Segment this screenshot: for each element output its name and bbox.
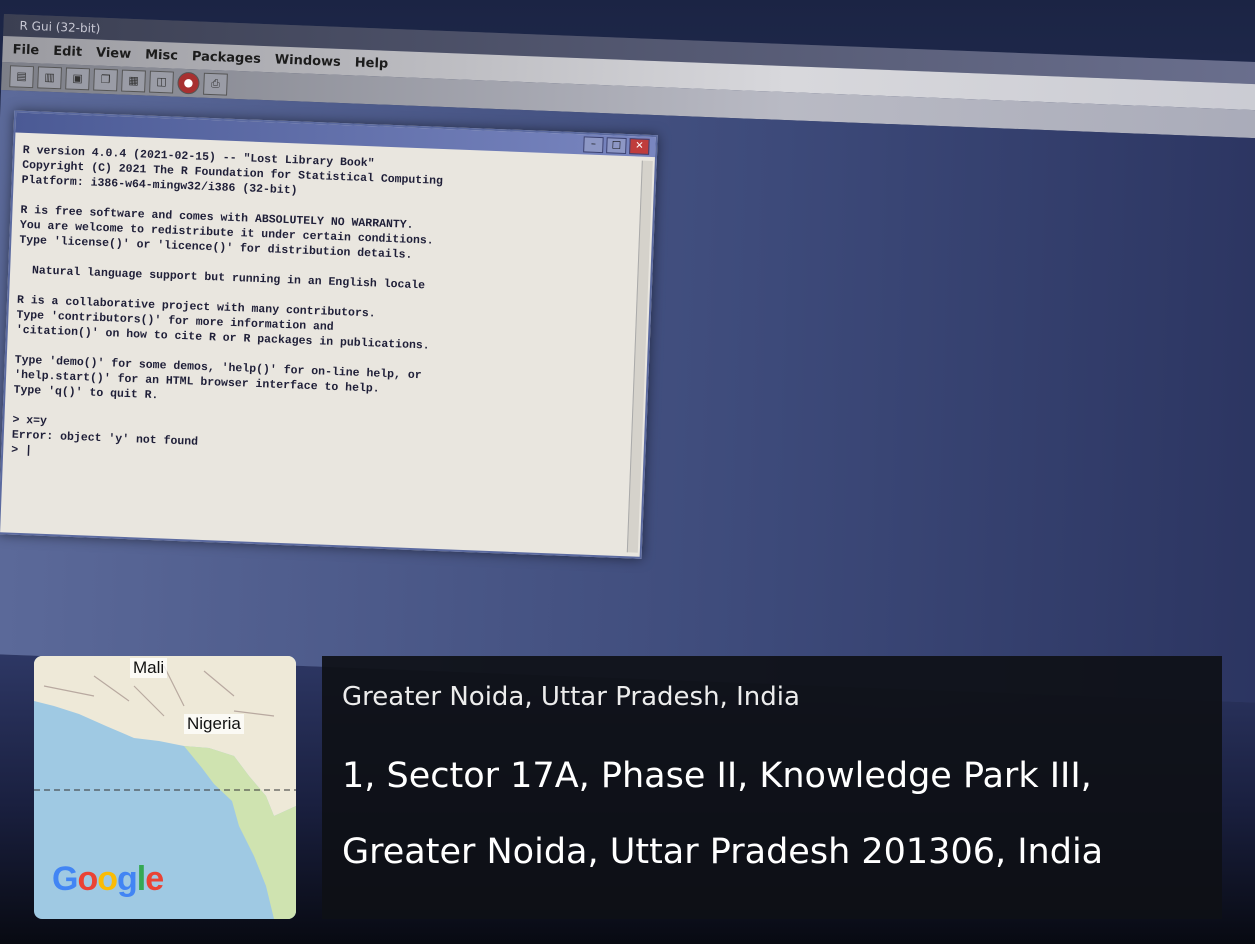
stop-icon[interactable]: ● [177,71,200,95]
address-line-2: Greater Noida, Uttar Pradesh 201306, Ind… [342,832,1104,872]
minimize-icon[interactable]: – [583,136,604,154]
r-console-window[interactable]: – □ ✕ R version 4.0.4 (2021-02-15) -- "L… [0,110,658,559]
menu-view[interactable]: View [96,45,132,61]
open-script-icon[interactable]: ▤ [9,65,35,89]
address-line-1: 1, Sector 17A, Phase II, Knowledge Park … [342,756,1092,796]
copy-paste-icon[interactable]: ◫ [149,70,174,94]
geotag-overlay: Mali Nigeria Google Greater Noida, Uttar… [0,650,1255,944]
close-icon[interactable]: ✕ [629,138,650,155]
menu-help[interactable]: Help [355,55,389,71]
maximize-icon[interactable]: □ [606,137,627,154]
menu-misc[interactable]: Misc [145,47,178,63]
save-icon[interactable]: ▣ [65,67,90,91]
location-info-panel: Greater Noida, Uttar Pradesh, India 1, S… [322,656,1222,919]
copy-icon[interactable]: ❐ [93,68,118,92]
mdi-workspace: – □ ✕ R version 4.0.4 (2021-02-15) -- "L… [0,89,1255,704]
rgui-window: R Gui (32-bit) File Edit View Misc Packa… [0,14,1255,704]
place-name: Greater Noida, Uttar Pradesh, India [342,682,800,712]
map-thumbnail[interactable]: Mali Nigeria Google [34,656,296,919]
menu-packages[interactable]: Packages [192,49,261,67]
menu-windows[interactable]: Windows [275,52,342,70]
load-workspace-icon[interactable]: ▥ [37,66,62,90]
google-logo: Google [52,860,164,898]
menu-edit[interactable]: Edit [53,43,82,59]
console-output[interactable]: R version 4.0.4 (2021-02-15) -- "Lost Li… [3,133,655,492]
map-label-mali: Mali [130,658,168,678]
map-label-nigeria: Nigeria [184,714,244,734]
menu-file[interactable]: File [12,42,39,58]
print-icon[interactable]: ⎙ [203,72,228,96]
paste-icon[interactable]: ▦ [121,69,146,93]
